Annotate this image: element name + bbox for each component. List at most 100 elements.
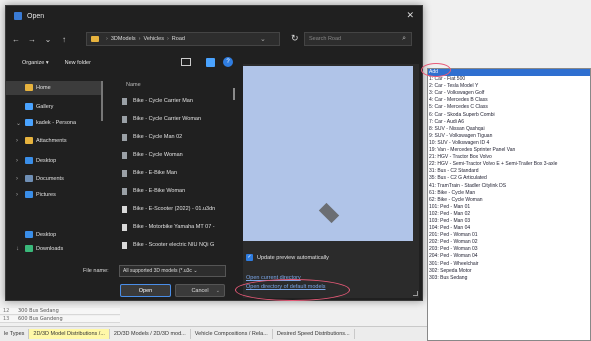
breadcrumb-separator-icon: › (166, 36, 169, 42)
dropdown-item[interactable]: 201: Ped - Woman 01 (428, 232, 590, 239)
refresh-icon[interactable]: ↻ (291, 33, 299, 44)
breadcrumb-item[interactable]: Road (172, 36, 185, 42)
dropdown-item[interactable]: 61: Bike - Cycle Man (428, 190, 590, 197)
file-name: Bike - Cycle Carrier Man (133, 98, 193, 104)
dropdown-item[interactable]: 1: Car - Fiat 500 (428, 76, 590, 83)
help-icon[interactable]: ? (223, 57, 233, 67)
file-name-label: File name: (83, 268, 109, 274)
dropdown-item[interactable]: 62: Bike - Cycle Woman (428, 197, 590, 204)
model-file-icon (122, 115, 127, 123)
dropdown-item[interactable]: 9: SUV - Volkswagen Tiguan (428, 133, 590, 140)
sidebar-item[interactable]: Home (6, 81, 101, 95)
table-row[interactable]: 12 300 Bus Sedang (0, 308, 120, 315)
update-preview-checkbox[interactable]: ✓ Update preview automatically (246, 254, 329, 261)
checkbox-label: Update preview automatically (257, 254, 329, 261)
dropdown-item[interactable]: 22: HGV - Semi-Tractor Volvo E + Semi-Tr… (428, 161, 590, 168)
tab[interactable]: Vehicle Compositions / Rela... (191, 329, 273, 339)
model-preview-shape (318, 202, 340, 224)
sidebar-item[interactable]: Gallery (6, 100, 101, 114)
file-type-select[interactable]: All supported 3D models (*.u3c ⌄ (119, 265, 226, 277)
search-input[interactable]: Search Road ⌕ (304, 32, 412, 46)
expand-chevron-icon[interactable]: › (16, 138, 18, 144)
list-item[interactable]: Bike - E-Bike Woman (116, 182, 236, 200)
list-item[interactable]: Bike - E-Scooter (2022) - 01.u3dn (116, 200, 236, 218)
dropdown-item[interactable]: 3: Car - Volkswagen Golf (428, 90, 590, 97)
sidebar-item-label: Desktop (36, 158, 57, 164)
list-item[interactable]: Bike - Cycle Man 02 (116, 128, 236, 146)
file-list-scrollbar[interactable] (233, 88, 235, 100)
dropdown-item[interactable]: 203: Ped - Woman 03 (428, 246, 590, 253)
sidebar-item[interactable]: › Documents (6, 172, 101, 186)
dropdown-item[interactable]: 6: Car - Skoda Superb Combi (428, 112, 590, 119)
expand-chevron-icon[interactable]: › (16, 158, 18, 164)
sidebar-item[interactable]: Desktop (6, 228, 101, 242)
dropdown-item[interactable]: 103: Ped - Man 03 (428, 218, 590, 225)
app-icon (14, 12, 22, 20)
recent-locations-chevron-icon[interactable]: ⌄ (42, 35, 54, 44)
expand-chevron-icon[interactable]: › (16, 192, 18, 198)
up-arrow-icon[interactable]: ↑ (58, 35, 70, 44)
tab[interactable]: le Types (0, 329, 30, 339)
sidebar-item[interactable]: ↓ Downloads (6, 242, 101, 256)
tab[interactable]: Desired Speed Distributions... (273, 329, 355, 339)
dropdown-item[interactable]: 41: TramTrain - Stadler Citylink DS (428, 183, 590, 190)
list-item[interactable]: Bike - Cycle Carrier Man (116, 92, 236, 110)
back-arrow-icon[interactable]: ← (10, 35, 22, 44)
dropdown-item[interactable]: 202: Ped - Woman 02 (428, 239, 590, 246)
open-button[interactable]: Open (120, 284, 171, 297)
list-item[interactable]: Bike - Scooter electric NIU NQi G (116, 236, 236, 254)
folder-icon (91, 36, 99, 42)
dropdown-item[interactable]: 101: Ped - Man 01 (428, 204, 590, 211)
dropdown-item[interactable]: 8: SUV - Nissan Qashqai (428, 126, 590, 133)
documents-icon (25, 175, 33, 182)
organize-button[interactable]: Organize ▾ (22, 60, 49, 66)
new-folder-button[interactable]: New folder (65, 60, 91, 66)
dropdown-item[interactable]: 302: Sepeda Motor (428, 268, 590, 275)
sidebar-item[interactable]: › Pictures (6, 188, 101, 202)
dropdown-item-add[interactable]: Add (428, 69, 590, 77)
address-bar[interactable]: › 3DModels › Vehicles › Road (86, 32, 280, 46)
list-item[interactable]: Bike - E-Bike Man (116, 164, 236, 182)
list-item[interactable]: Bike - Cycle Woman (116, 146, 236, 164)
dropdown-item[interactable]: 102: Ped - Man 02 (428, 211, 590, 218)
dropdown-item[interactable]: 35: Bus - C2 G Articulated (428, 175, 590, 182)
table-row[interactable]: 13 600 Bus Gandeng (0, 316, 120, 323)
expand-chevron-icon[interactable]: › (16, 176, 18, 182)
list-item[interactable]: Bike - Cycle Carrier Woman (116, 110, 236, 128)
tab[interactable]: 2D/3D Models / 2D/3D mod... (110, 329, 191, 339)
dropdown-item[interactable]: 204: Ped - Woman 04 (428, 253, 590, 260)
dropdown-item[interactable]: 19: Van - Mercedes Sprinter Panel Van (428, 147, 590, 154)
sidebar-item[interactable]: › Desktop (6, 154, 101, 168)
expand-chevron-icon[interactable]: ↓ (16, 246, 19, 252)
dropdown-item[interactable]: 5: Car - Mercedes C Class (428, 104, 590, 111)
dropdown-item[interactable]: 4: Car - Mercedes B Class (428, 97, 590, 104)
dropdown-item[interactable]: 301: Ped - Wheelchair (428, 261, 590, 268)
sidebar-item[interactable]: ⌄ kadek - Persona (6, 116, 101, 130)
breadcrumb-separator-icon: › (138, 36, 141, 42)
view-options-icon[interactable] (181, 58, 191, 66)
preview-pane-icon[interactable] (206, 58, 215, 67)
dropdown-item[interactable]: 303: Bus Sedang (428, 275, 590, 282)
tab[interactable]: 2D/3D Model Distributions /... (29, 329, 110, 339)
dropdown-item[interactable]: 2: Car - Tesla Model Y (428, 83, 590, 90)
row-number: 12 (3, 308, 10, 314)
sidebar-item[interactable]: › Attachments (6, 134, 101, 148)
close-icon[interactable]: ✕ (406, 10, 414, 21)
list-item[interactable]: Bike - Motorbike Yamaha MT 07 - (116, 218, 236, 236)
breadcrumb-item[interactable]: 3DModels (111, 36, 136, 42)
preview-pane: ✓ Update preview automatically Open curr… (243, 64, 419, 298)
dropdown-item[interactable]: 21: HGV - Tractor Box Volvo (428, 154, 590, 161)
column-header-name[interactable]: Name (116, 78, 236, 92)
dropdown-item[interactable]: 104: Ped - Man 04 (428, 225, 590, 232)
navigation-pane-scrollbar[interactable] (101, 81, 103, 121)
breadcrumb-item[interactable]: Vehicles (143, 36, 164, 42)
address-dropdown-chevron-icon[interactable]: ⌄ (260, 35, 266, 43)
cancel-button[interactable]: Cancel ⌄ (175, 284, 225, 297)
dropdown-item[interactable]: 10: SUV - Volkswagen ID 4 (428, 140, 590, 147)
cancel-dropdown-chevron-icon[interactable]: ⌄ (216, 285, 220, 297)
expand-chevron-icon[interactable]: ⌄ (16, 120, 21, 127)
dropdown-item[interactable]: 7: Car - Audi A6 (428, 119, 590, 126)
forward-arrow-icon[interactable]: → (26, 35, 38, 44)
dropdown-item[interactable]: 31: Bus - C2 Standard (428, 168, 590, 175)
resize-grip[interactable] (413, 291, 418, 296)
